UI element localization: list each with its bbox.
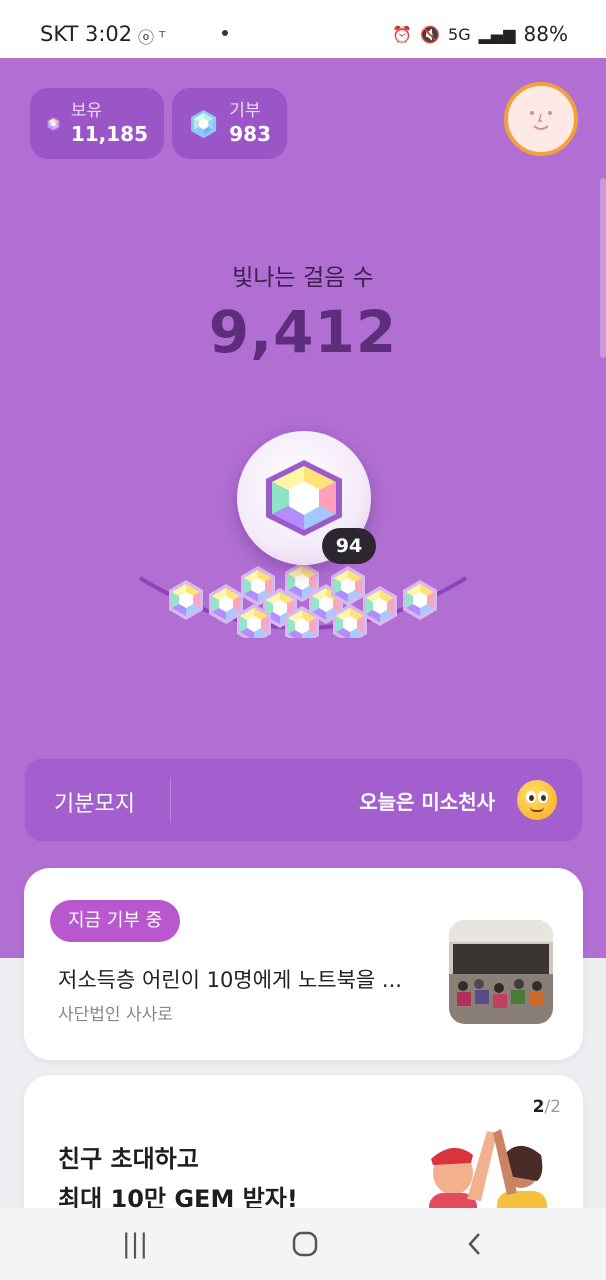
status-bar: SKT 3:02 ⓞ ᵀ ⏰ 🔇 5G ▂▄▆ 88%: [0, 0, 606, 58]
status-icons: ⏰ 🔇 5G ▂▄▆ 88%: [392, 22, 568, 46]
owned-gems-chip[interactable]: 보유 11,185: [30, 88, 164, 159]
scrollbar[interactable]: [600, 178, 606, 358]
gem-icon: [47, 116, 60, 131]
carrier-time: SKT 3:02: [40, 22, 133, 46]
smiley-mouth: [530, 807, 544, 812]
system-navigation-bar: |||: [0, 1208, 606, 1280]
mute-icon: 🔇: [420, 24, 441, 44]
steps-label: 빛나는 걸음 수: [232, 265, 374, 291]
hero-section: 보유 11,185 기부 983 빛나는 걸음 수 9,412 94 기분모지 …: [0, 58, 606, 958]
face-icon: [530, 111, 552, 130]
steps-count: 9,412: [208, 298, 398, 366]
notification-icons: ⓞ ᵀ: [138, 28, 166, 47]
gem-count-badge: 94: [322, 528, 376, 564]
donation-organization: 사단법인 사사로: [58, 1005, 173, 1025]
recent-apps-icon[interactable]: |||: [115, 1226, 155, 1262]
photo-icon: [449, 920, 553, 1024]
back-chevron: [468, 1233, 480, 1255]
page-total: /2: [544, 1097, 561, 1117]
owned-value: 11,185: [70, 121, 148, 146]
alarm-icon: ⏰: [392, 24, 413, 44]
network-icon: 5G: [448, 24, 471, 44]
donated-value: 983: [229, 121, 271, 146]
carousel-page-indicator: 2/2: [533, 1097, 561, 1117]
blue-gem-icon: [191, 109, 217, 138]
back-icon[interactable]: [455, 1226, 495, 1262]
signal-icon: ▂▄▆: [478, 24, 516, 44]
promo-line-1: 친구 초대하고: [58, 1145, 199, 1173]
smiley-eye: [526, 791, 536, 803]
battery-percent: 88%: [523, 22, 568, 46]
smiley-icon: [517, 780, 557, 820]
profile-avatar[interactable]: [504, 82, 578, 156]
mood-banner[interactable]: 기분모지 오늘은 미소천사: [24, 758, 583, 842]
owned-label: 보유: [70, 100, 103, 121]
banner-divider: [170, 778, 171, 822]
donated-label: 기부: [229, 100, 261, 121]
mood-banner-right-label: 오늘은 미소천사: [359, 790, 495, 814]
donation-thumbnail: [449, 920, 553, 1024]
donated-gems-chip[interactable]: 기부 983: [172, 88, 287, 159]
home-shape: [292, 1231, 318, 1257]
home-icon[interactable]: [285, 1226, 325, 1262]
donating-now-badge: 지금 기부 중: [50, 900, 181, 942]
donation-card[interactable]: 지금 기부 중 저소득층 어린이 10명에게 노트북을 ... 사단법인 사사로: [24, 868, 583, 1060]
mood-banner-left-label: 기분모지: [54, 792, 135, 817]
page-current: 2: [532, 1097, 545, 1117]
notification-dot: [222, 30, 228, 36]
smiley-eye: [538, 791, 548, 803]
donation-title: 저소득층 어린이 10명에게 노트북을 ...: [58, 968, 402, 992]
large-gem-icon: [266, 460, 342, 536]
